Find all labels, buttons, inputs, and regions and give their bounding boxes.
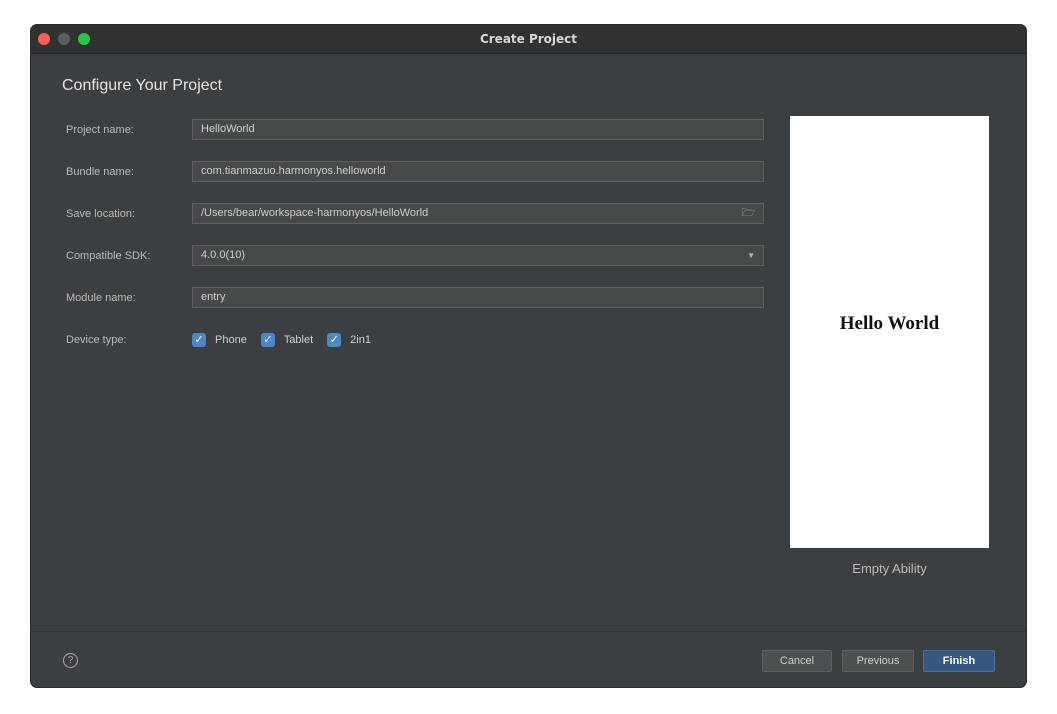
- compatible-sdk-label: Compatible SDK:: [66, 250, 151, 262]
- checkmark-icon: ✓: [327, 333, 342, 347]
- previous-button[interactable]: Previous: [842, 650, 914, 672]
- bundle-name-label: Bundle name:: [66, 166, 134, 178]
- page-heading: Configure Your Project: [62, 77, 223, 94]
- template-preview: Hello World: [790, 116, 989, 548]
- compatible-sdk-value: 4.0.0(10): [201, 249, 246, 261]
- finish-button[interactable]: Finish: [923, 650, 995, 672]
- device-type-2in1-checkbox[interactable]: ✓ 2in1: [327, 333, 371, 347]
- device-type-tablet-checkbox[interactable]: ✓ Tablet: [260, 333, 314, 347]
- device-type-2in1-label: 2in1: [350, 334, 371, 346]
- footer-divider: [31, 631, 1026, 632]
- create-project-window: Create Project Configure Your Project Pr…: [31, 25, 1026, 687]
- checkmark-icon: ✓: [260, 333, 275, 347]
- save-location-label: Save location:: [66, 208, 136, 220]
- save-location-input[interactable]: /Users/bear/workspace-harmonyos/HelloWor…: [192, 203, 764, 224]
- device-type-tablet-label: Tablet: [283, 334, 314, 346]
- window-title: Create Project: [479, 32, 578, 46]
- template-name: Empty Ability: [852, 561, 927, 576]
- device-type-checkboxes: ✓ Phone ✓ Tablet ✓ 2in1: [192, 332, 385, 348]
- preview-text: Hello World: [839, 313, 940, 334]
- title-bar: Create Project: [31, 25, 1026, 54]
- folder-icon[interactable]: 🗁: [741, 204, 755, 223]
- device-type-phone-label: Phone: [215, 334, 247, 346]
- module-name-label: Module name:: [66, 292, 136, 304]
- device-type-label: Device type:: [66, 334, 127, 346]
- cancel-button[interactable]: Cancel: [762, 650, 832, 672]
- chevron-down-icon: ▼: [747, 251, 755, 260]
- save-location-value: /Users/bear/workspace-harmonyos/HelloWor…: [201, 207, 429, 219]
- project-name-input[interactable]: HelloWorld: [192, 119, 764, 140]
- compatible-sdk-select[interactable]: 4.0.0(10) ▼: [192, 245, 764, 266]
- bundle-name-input[interactable]: com.tianmazuo.harmonyos.helloworld: [192, 161, 764, 182]
- project-name-label: Project name:: [66, 124, 134, 136]
- checkmark-icon: ✓: [192, 333, 206, 347]
- help-icon[interactable]: ?: [63, 653, 78, 668]
- module-name-input[interactable]: entry: [192, 287, 764, 308]
- device-type-phone-checkbox[interactable]: ✓ Phone: [192, 333, 247, 347]
